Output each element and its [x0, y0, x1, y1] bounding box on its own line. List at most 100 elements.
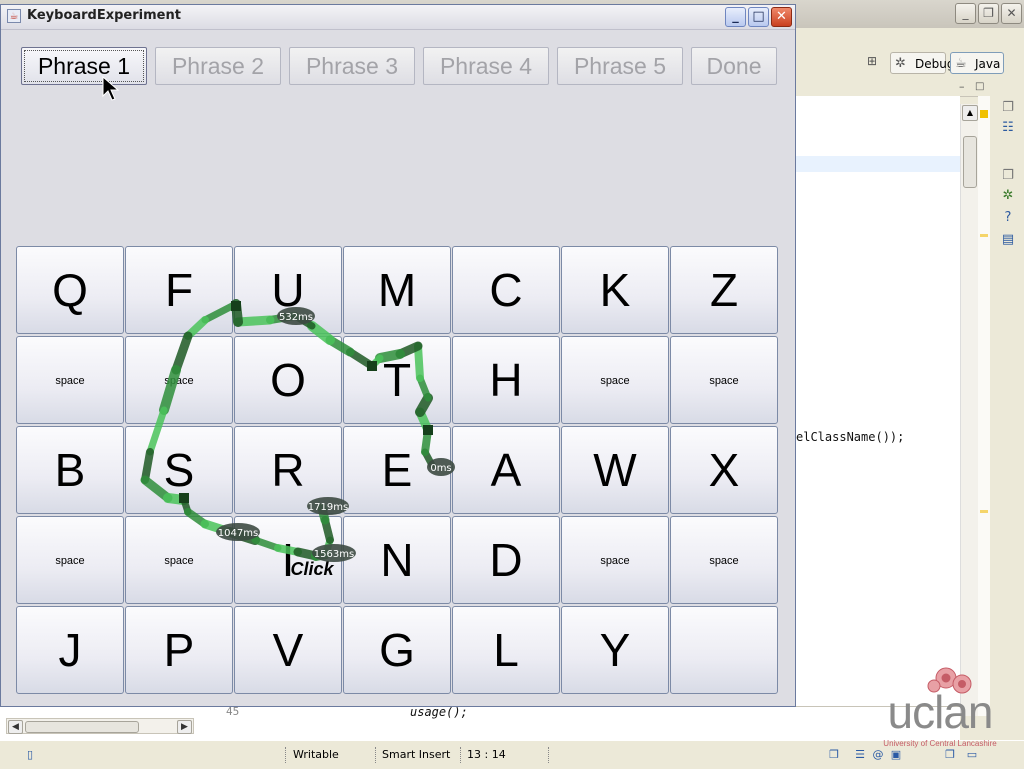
key-a[interactable]: A	[452, 426, 560, 514]
key-label: W	[593, 444, 637, 496]
phrase-4-button[interactable]: Phrase 4	[423, 47, 549, 85]
ruler-marker[interactable]	[980, 234, 988, 237]
key-w[interactable]: W	[561, 426, 669, 514]
key-x[interactable]: X	[670, 426, 778, 514]
key-label: F	[164, 264, 194, 316]
space-key[interactable]: space	[125, 336, 233, 424]
status-divider	[285, 747, 287, 763]
ruler-marker[interactable]	[980, 510, 988, 513]
phrase-5-button[interactable]: Phrase 5	[557, 47, 683, 85]
key-j[interactable]: J	[16, 606, 124, 694]
java-editor[interactable]	[795, 96, 960, 706]
key-label: Y	[599, 624, 631, 676]
ruler-warning-marker[interactable]	[980, 110, 988, 118]
editor-vertical-scrollbar[interactable]: ▲	[960, 104, 978, 716]
key-v[interactable]: V	[234, 606, 342, 694]
restore-view-icon[interactable]: ❐	[1000, 100, 1016, 116]
space-key[interactable]: space	[670, 336, 778, 424]
status-cursor-position: 13 : 14	[467, 748, 506, 761]
experiment-titlebar: ☕ KeyboardExperiment _ □ ✕	[1, 5, 795, 30]
key-t[interactable]: T	[343, 336, 451, 424]
keyboard-experiment-window: ☕ KeyboardExperiment _ □ ✕ Phrase 1 Phras…	[0, 4, 796, 707]
key-k[interactable]: K	[561, 246, 669, 334]
bug-icon[interactable]: ✲	[1000, 188, 1016, 204]
scroll-up-arrow-icon[interactable]: ▲	[962, 105, 978, 121]
fast-view-icon[interactable]: ▯	[22, 747, 38, 763]
key-b[interactable]: B	[16, 426, 124, 514]
key-label: U	[271, 264, 305, 316]
editor-scroll-thumb[interactable]	[963, 136, 977, 188]
maximize-button[interactable]: □	[748, 7, 769, 27]
key-f[interactable]: F	[125, 246, 233, 334]
key-d[interactable]: D	[452, 516, 560, 604]
space-key[interactable]: space	[16, 516, 124, 604]
key-u[interactable]: U	[234, 246, 342, 334]
console-view-icon[interactable]: ▤	[1000, 232, 1016, 248]
key-label: J	[58, 624, 82, 676]
outline-view-icon[interactable]: ☷	[1000, 120, 1016, 136]
key-label: T	[382, 354, 412, 406]
status-divider	[375, 747, 377, 763]
eclipse-restore-button[interactable]: ❐	[978, 3, 999, 24]
right-view-strip: ❐ ☷ ❐ ✲ ? ▤	[994, 82, 1024, 262]
key-label: S	[163, 444, 195, 496]
perspective-debug-button[interactable]: ✲ Debug	[890, 52, 954, 74]
perspective-java-button[interactable]: ☕ Java	[950, 52, 1004, 74]
eclipse-minimize-button[interactable]: _	[955, 3, 976, 24]
key-label: space	[55, 375, 85, 387]
key-m[interactable]: M	[343, 246, 451, 334]
overview-ruler	[978, 96, 990, 716]
space-key[interactable]: space	[125, 516, 233, 604]
explorer-scroll-thumb[interactable]	[25, 721, 139, 733]
blank-key[interactable]	[670, 606, 778, 694]
editor-current-line	[795, 156, 960, 172]
key-h[interactable]: H	[452, 336, 560, 424]
window-title: KeyboardExperiment	[27, 8, 181, 23]
key-o[interactable]: O	[234, 336, 342, 424]
space-key[interactable]: space	[561, 516, 669, 604]
editor-maximize-icon[interactable]: □	[975, 81, 984, 92]
key-label: H	[489, 354, 523, 406]
key-s[interactable]: S	[125, 426, 233, 514]
phrase-3-button[interactable]: Phrase 3	[289, 47, 415, 85]
close-button[interactable]: ✕	[771, 7, 792, 27]
minimize-button[interactable]: _	[725, 7, 746, 27]
key-label: C	[489, 264, 523, 316]
java-icon: ☕	[955, 56, 967, 71]
space-key[interactable]: space	[16, 336, 124, 424]
key-n[interactable]: N	[343, 516, 451, 604]
key-label: space	[600, 375, 630, 387]
key-c[interactable]: C	[452, 246, 560, 334]
space-key[interactable]: space	[670, 516, 778, 604]
key-label: B	[54, 444, 86, 496]
key-label: space	[164, 555, 194, 567]
key-l[interactable]: L	[452, 606, 560, 694]
key-label: P	[163, 624, 195, 676]
eclipse-close-button[interactable]: ✕	[1001, 3, 1022, 24]
key-r[interactable]: R	[234, 426, 342, 514]
scroll-right-arrow-icon[interactable]: ▶	[177, 720, 192, 734]
key-z[interactable]: Z	[670, 246, 778, 334]
editor-code-fragment: elClassName());	[796, 430, 905, 444]
editor-minimize-icon[interactable]: –	[959, 80, 965, 93]
phrase-2-button[interactable]: Phrase 2	[155, 47, 281, 85]
key-y[interactable]: Y	[561, 606, 669, 694]
restore-view-icon[interactable]: ❐	[1000, 168, 1016, 184]
key-e[interactable]: E	[343, 426, 451, 514]
key-label: L	[493, 624, 519, 676]
space-key[interactable]: space	[561, 336, 669, 424]
key-label: O	[270, 354, 306, 406]
key-label: D	[489, 534, 523, 586]
key-p[interactable]: P	[125, 606, 233, 694]
open-perspective-icon[interactable]: ⊞	[867, 54, 883, 70]
key-i[interactable]: I	[234, 516, 342, 604]
key-label: E	[381, 444, 413, 496]
key-g[interactable]: G	[343, 606, 451, 694]
explorer-horizontal-scrollbar[interactable]: ◀ ▶	[6, 718, 194, 734]
phrase-1-button[interactable]: Phrase 1	[21, 47, 147, 85]
key-q[interactable]: Q	[16, 246, 124, 334]
scroll-left-arrow-icon[interactable]: ◀	[8, 720, 23, 734]
done-button[interactable]: Done	[691, 47, 777, 85]
restore-icon[interactable]: ❐	[826, 747, 842, 763]
help-icon[interactable]: ?	[1000, 210, 1016, 226]
